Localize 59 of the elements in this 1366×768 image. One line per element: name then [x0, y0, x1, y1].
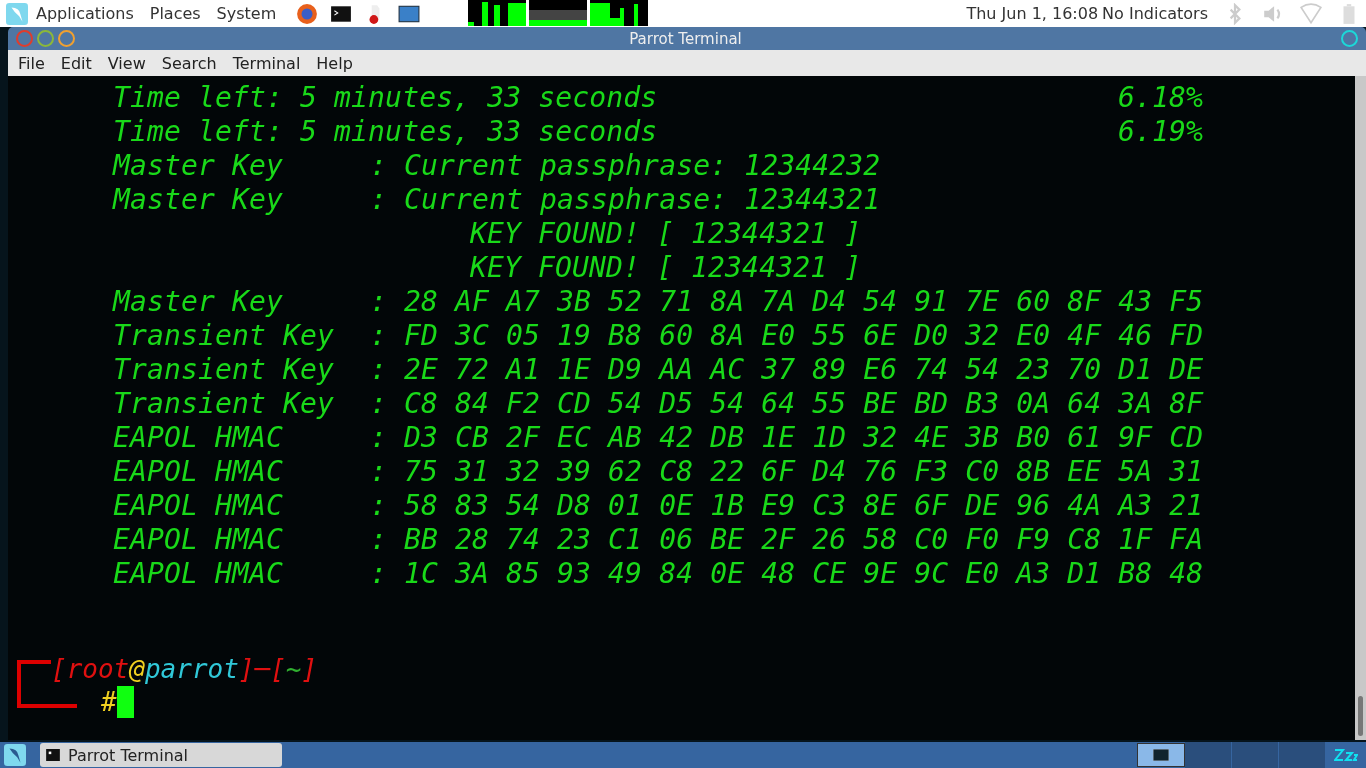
menu-item[interactable]: View — [99, 53, 154, 73]
key-value: : C8 84 F2 CD 54 D5 54 64 55 BE BD B3 0A 64 3A 8F — [370, 386, 1204, 420]
percent-text: 6.18% — [1117, 80, 1203, 114]
key-value: : 1C 3A 85 93 49 84 0E 48 CE 9E 9C E0 A3 D1 B8 48 — [370, 556, 1204, 590]
terminal-text: Time left: 5 minutes, 33 seconds — [113, 80, 658, 114]
menu-item[interactable]: Help — [308, 53, 361, 73]
key-found-text: KEY FOUND! [ 12344321 ] — [470, 250, 862, 284]
taskbar-item[interactable]: Parrot Terminal — [40, 743, 282, 767]
memory-graph — [529, 0, 588, 26]
minimize-button[interactable] — [37, 30, 54, 47]
panel-menu[interactable]: Applications — [36, 4, 134, 23]
indicators-label: No Indicators — [1102, 4, 1208, 23]
key-label: EAPOL HMAC — [113, 454, 285, 488]
window-thumbnail-icon — [1153, 749, 1169, 761]
key-value: : BB 28 74 23 C1 06 BE 2F 26 58 C0 F0 F9 C8 1F FA — [370, 522, 1204, 556]
key-label: Master Key — [113, 284, 285, 318]
menu-item[interactable]: Search — [153, 53, 225, 73]
key-value: : D3 CB 2F EC AB 42 DB 1E 1D 32 4E 3B B0 61 9F CD — [370, 420, 1204, 454]
percent-text: 6.19% — [1117, 114, 1203, 148]
key-label: EAPOL HMAC — [113, 556, 285, 590]
key-label: EAPOL HMAC — [113, 522, 285, 556]
key-label: Transient Key — [113, 352, 336, 386]
clock[interactable]: Thu Jun 1, 16:08 — [966, 4, 1099, 23]
menu-item[interactable]: File — [10, 53, 53, 73]
menu-item[interactable]: Edit — [52, 53, 100, 73]
cpu-graph — [468, 0, 527, 26]
sticky-button[interactable] — [1341, 30, 1358, 47]
wifi-icon[interactable] — [1300, 2, 1322, 25]
key-value: : Current passphrase: 12344321 — [370, 182, 881, 216]
window-title: Parrot Terminal — [628, 29, 743, 48]
key-value: : 28 AF A7 3B 52 71 8A 7A D4 54 91 7E 60 8F 43 F5 — [370, 284, 1204, 318]
key-label: EAPOL HMAC — [113, 420, 285, 454]
close-button[interactable] — [16, 30, 33, 47]
sleep-icon[interactable] — [1334, 748, 1358, 762]
key-value: : Current passphrase: 12344232 — [370, 148, 881, 182]
key-label: Master Key — [113, 148, 285, 182]
parrot-logo-icon[interactable] — [4, 744, 26, 766]
key-value: : 75 31 32 39 62 C8 22 6F D4 76 F3 C0 8B EE 5A 31 — [370, 454, 1204, 488]
key-found-text: KEY FOUND! [ 12344321 ] — [470, 216, 862, 250]
key-value: : FD 3C 05 19 B8 60 8A E0 55 6E D0 32 E0 4F 46 FD — [370, 318, 1204, 352]
key-label: Transient Key — [113, 318, 336, 352]
key-value: : 2E 72 A1 1E D9 AA AC 37 89 E6 74 54 23 70 D1 DE — [370, 352, 1204, 386]
prompt-text: [root@parrot]─[~] — [51, 654, 318, 684]
network-graph — [590, 0, 649, 26]
key-value: : 58 83 54 D8 01 0E 1B E9 C3 8E 6F DE 96 4A A3 21 — [370, 488, 1204, 522]
browser-icon[interactable] — [296, 2, 319, 25]
terminal-icon — [46, 749, 60, 761]
key-label: Master Key — [113, 182, 285, 216]
panel-menu[interactable]: Places — [149, 4, 201, 23]
key-label: Transient Key — [113, 386, 336, 420]
workspace-button[interactable] — [1137, 743, 1185, 767]
prompt-symbol: # — [101, 687, 117, 717]
maximize-button[interactable] — [58, 30, 75, 47]
terminal-text: Time left: 5 minutes, 33 seconds — [113, 114, 658, 148]
scrollbar[interactable] — [1355, 76, 1366, 740]
text-cursor — [116, 686, 134, 718]
key-label: EAPOL HMAC — [113, 488, 285, 522]
menu-item[interactable]: Terminal — [224, 53, 309, 73]
panel-menu[interactable]: System — [216, 4, 277, 23]
